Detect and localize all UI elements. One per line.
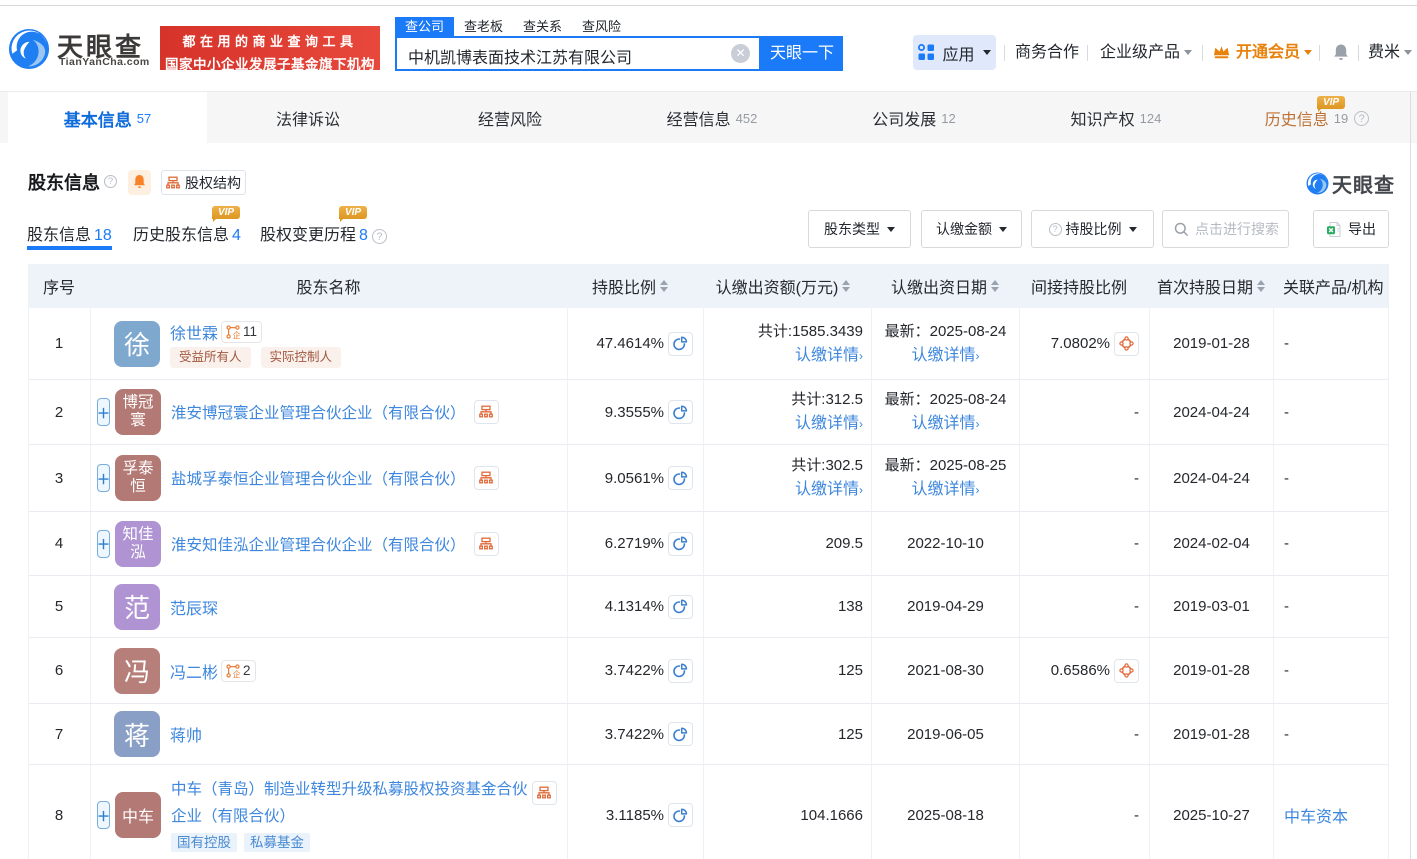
svg-text:企: 企 [233,330,241,339]
svg-text:企: 企 [233,669,241,678]
